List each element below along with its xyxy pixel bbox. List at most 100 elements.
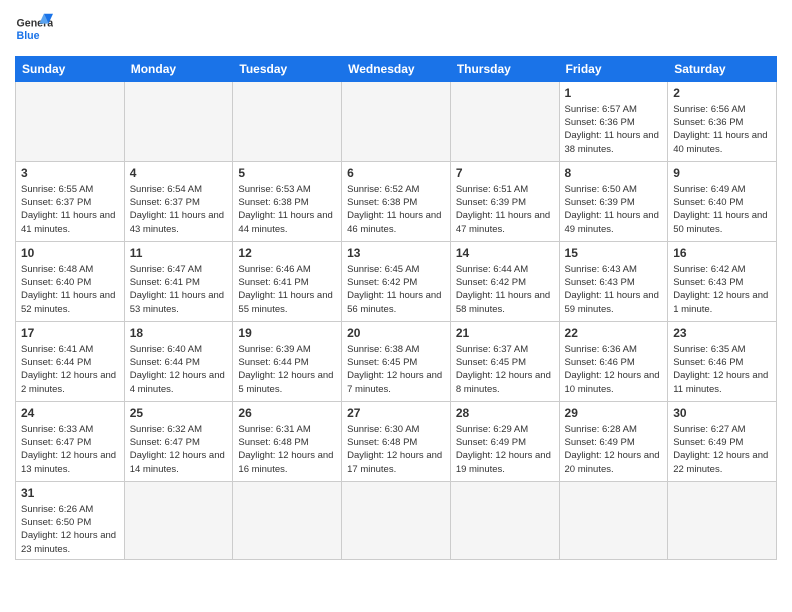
calendar-day-cell: 7Sunrise: 6:51 AMSunset: 6:39 PMDaylight… (450, 162, 559, 242)
weekday-header-row: SundayMondayTuesdayWednesdayThursdayFrid… (16, 57, 777, 82)
calendar-day-cell (342, 82, 451, 162)
calendar-week-row: 17Sunrise: 6:41 AMSunset: 6:44 PMDayligh… (16, 322, 777, 402)
weekday-header-tuesday: Tuesday (233, 57, 342, 82)
day-number: 11 (130, 245, 228, 262)
calendar-day-cell: 22Sunrise: 6:36 AMSunset: 6:46 PMDayligh… (559, 322, 668, 402)
day-info: Sunrise: 6:40 AMSunset: 6:44 PMDaylight:… (130, 343, 228, 396)
header: General Blue (15, 10, 777, 48)
day-info: Sunrise: 6:56 AMSunset: 6:36 PMDaylight:… (673, 103, 771, 156)
calendar-day-cell (124, 82, 233, 162)
day-number: 9 (673, 165, 771, 182)
calendar-day-cell: 3Sunrise: 6:55 AMSunset: 6:37 PMDaylight… (16, 162, 125, 242)
calendar-week-row: 1Sunrise: 6:57 AMSunset: 6:36 PMDaylight… (16, 82, 777, 162)
day-number: 26 (238, 405, 336, 422)
day-info: Sunrise: 6:37 AMSunset: 6:45 PMDaylight:… (456, 343, 554, 396)
day-number: 6 (347, 165, 445, 182)
day-number: 29 (565, 405, 663, 422)
day-number: 24 (21, 405, 119, 422)
calendar-day-cell (450, 482, 559, 560)
weekday-header-saturday: Saturday (668, 57, 777, 82)
day-info: Sunrise: 6:32 AMSunset: 6:47 PMDaylight:… (130, 423, 228, 476)
day-info: Sunrise: 6:31 AMSunset: 6:48 PMDaylight:… (238, 423, 336, 476)
weekday-header-monday: Monday (124, 57, 233, 82)
day-number: 28 (456, 405, 554, 422)
day-number: 15 (565, 245, 663, 262)
day-info: Sunrise: 6:38 AMSunset: 6:45 PMDaylight:… (347, 343, 445, 396)
calendar-day-cell: 24Sunrise: 6:33 AMSunset: 6:47 PMDayligh… (16, 402, 125, 482)
calendar-day-cell: 4Sunrise: 6:54 AMSunset: 6:37 PMDaylight… (124, 162, 233, 242)
calendar-day-cell: 12Sunrise: 6:46 AMSunset: 6:41 PMDayligh… (233, 242, 342, 322)
calendar-week-row: 10Sunrise: 6:48 AMSunset: 6:40 PMDayligh… (16, 242, 777, 322)
calendar-day-cell: 14Sunrise: 6:44 AMSunset: 6:42 PMDayligh… (450, 242, 559, 322)
day-number: 31 (21, 485, 119, 502)
calendar-day-cell: 21Sunrise: 6:37 AMSunset: 6:45 PMDayligh… (450, 322, 559, 402)
calendar-day-cell (233, 82, 342, 162)
day-info: Sunrise: 6:36 AMSunset: 6:46 PMDaylight:… (565, 343, 663, 396)
logo: General Blue (15, 10, 53, 48)
day-number: 2 (673, 85, 771, 102)
svg-text:Blue: Blue (17, 30, 40, 42)
calendar-day-cell (342, 482, 451, 560)
day-number: 21 (456, 325, 554, 342)
day-info: Sunrise: 6:42 AMSunset: 6:43 PMDaylight:… (673, 263, 771, 316)
day-number: 10 (21, 245, 119, 262)
day-info: Sunrise: 6:50 AMSunset: 6:39 PMDaylight:… (565, 183, 663, 236)
weekday-header-friday: Friday (559, 57, 668, 82)
calendar-day-cell: 23Sunrise: 6:35 AMSunset: 6:46 PMDayligh… (668, 322, 777, 402)
calendar-day-cell: 19Sunrise: 6:39 AMSunset: 6:44 PMDayligh… (233, 322, 342, 402)
day-number: 17 (21, 325, 119, 342)
calendar-week-row: 24Sunrise: 6:33 AMSunset: 6:47 PMDayligh… (16, 402, 777, 482)
calendar-day-cell: 30Sunrise: 6:27 AMSunset: 6:49 PMDayligh… (668, 402, 777, 482)
day-info: Sunrise: 6:53 AMSunset: 6:38 PMDaylight:… (238, 183, 336, 236)
day-info: Sunrise: 6:48 AMSunset: 6:40 PMDaylight:… (21, 263, 119, 316)
calendar-day-cell: 2Sunrise: 6:56 AMSunset: 6:36 PMDaylight… (668, 82, 777, 162)
day-number: 8 (565, 165, 663, 182)
day-info: Sunrise: 6:29 AMSunset: 6:49 PMDaylight:… (456, 423, 554, 476)
day-info: Sunrise: 6:33 AMSunset: 6:47 PMDaylight:… (21, 423, 119, 476)
day-number: 5 (238, 165, 336, 182)
day-info: Sunrise: 6:28 AMSunset: 6:49 PMDaylight:… (565, 423, 663, 476)
calendar-day-cell: 13Sunrise: 6:45 AMSunset: 6:42 PMDayligh… (342, 242, 451, 322)
day-number: 20 (347, 325, 445, 342)
day-info: Sunrise: 6:55 AMSunset: 6:37 PMDaylight:… (21, 183, 119, 236)
calendar-week-row: 3Sunrise: 6:55 AMSunset: 6:37 PMDaylight… (16, 162, 777, 242)
calendar-day-cell (668, 482, 777, 560)
day-number: 27 (347, 405, 445, 422)
calendar-day-cell: 18Sunrise: 6:40 AMSunset: 6:44 PMDayligh… (124, 322, 233, 402)
weekday-header-wednesday: Wednesday (342, 57, 451, 82)
calendar-day-cell (124, 482, 233, 560)
day-info: Sunrise: 6:51 AMSunset: 6:39 PMDaylight:… (456, 183, 554, 236)
day-info: Sunrise: 6:54 AMSunset: 6:37 PMDaylight:… (130, 183, 228, 236)
calendar-day-cell: 27Sunrise: 6:30 AMSunset: 6:48 PMDayligh… (342, 402, 451, 482)
calendar-day-cell: 25Sunrise: 6:32 AMSunset: 6:47 PMDayligh… (124, 402, 233, 482)
calendar-day-cell: 16Sunrise: 6:42 AMSunset: 6:43 PMDayligh… (668, 242, 777, 322)
calendar-day-cell (233, 482, 342, 560)
day-number: 12 (238, 245, 336, 262)
day-number: 18 (130, 325, 228, 342)
day-info: Sunrise: 6:47 AMSunset: 6:41 PMDaylight:… (130, 263, 228, 316)
calendar-table: SundayMondayTuesdayWednesdayThursdayFrid… (15, 56, 777, 560)
day-info: Sunrise: 6:52 AMSunset: 6:38 PMDaylight:… (347, 183, 445, 236)
weekday-header-thursday: Thursday (450, 57, 559, 82)
day-number: 22 (565, 325, 663, 342)
calendar-day-cell: 20Sunrise: 6:38 AMSunset: 6:45 PMDayligh… (342, 322, 451, 402)
calendar-day-cell: 6Sunrise: 6:52 AMSunset: 6:38 PMDaylight… (342, 162, 451, 242)
calendar-day-cell: 15Sunrise: 6:43 AMSunset: 6:43 PMDayligh… (559, 242, 668, 322)
weekday-header-sunday: Sunday (16, 57, 125, 82)
calendar-day-cell: 31Sunrise: 6:26 AMSunset: 6:50 PMDayligh… (16, 482, 125, 560)
day-number: 7 (456, 165, 554, 182)
day-info: Sunrise: 6:30 AMSunset: 6:48 PMDaylight:… (347, 423, 445, 476)
day-number: 13 (347, 245, 445, 262)
calendar-day-cell (559, 482, 668, 560)
calendar-day-cell (16, 82, 125, 162)
day-info: Sunrise: 6:41 AMSunset: 6:44 PMDaylight:… (21, 343, 119, 396)
day-info: Sunrise: 6:43 AMSunset: 6:43 PMDaylight:… (565, 263, 663, 316)
day-number: 14 (456, 245, 554, 262)
calendar-day-cell: 8Sunrise: 6:50 AMSunset: 6:39 PMDaylight… (559, 162, 668, 242)
day-info: Sunrise: 6:39 AMSunset: 6:44 PMDaylight:… (238, 343, 336, 396)
day-info: Sunrise: 6:26 AMSunset: 6:50 PMDaylight:… (21, 503, 119, 556)
day-number: 25 (130, 405, 228, 422)
day-info: Sunrise: 6:46 AMSunset: 6:41 PMDaylight:… (238, 263, 336, 316)
calendar-day-cell: 17Sunrise: 6:41 AMSunset: 6:44 PMDayligh… (16, 322, 125, 402)
day-info: Sunrise: 6:49 AMSunset: 6:40 PMDaylight:… (673, 183, 771, 236)
